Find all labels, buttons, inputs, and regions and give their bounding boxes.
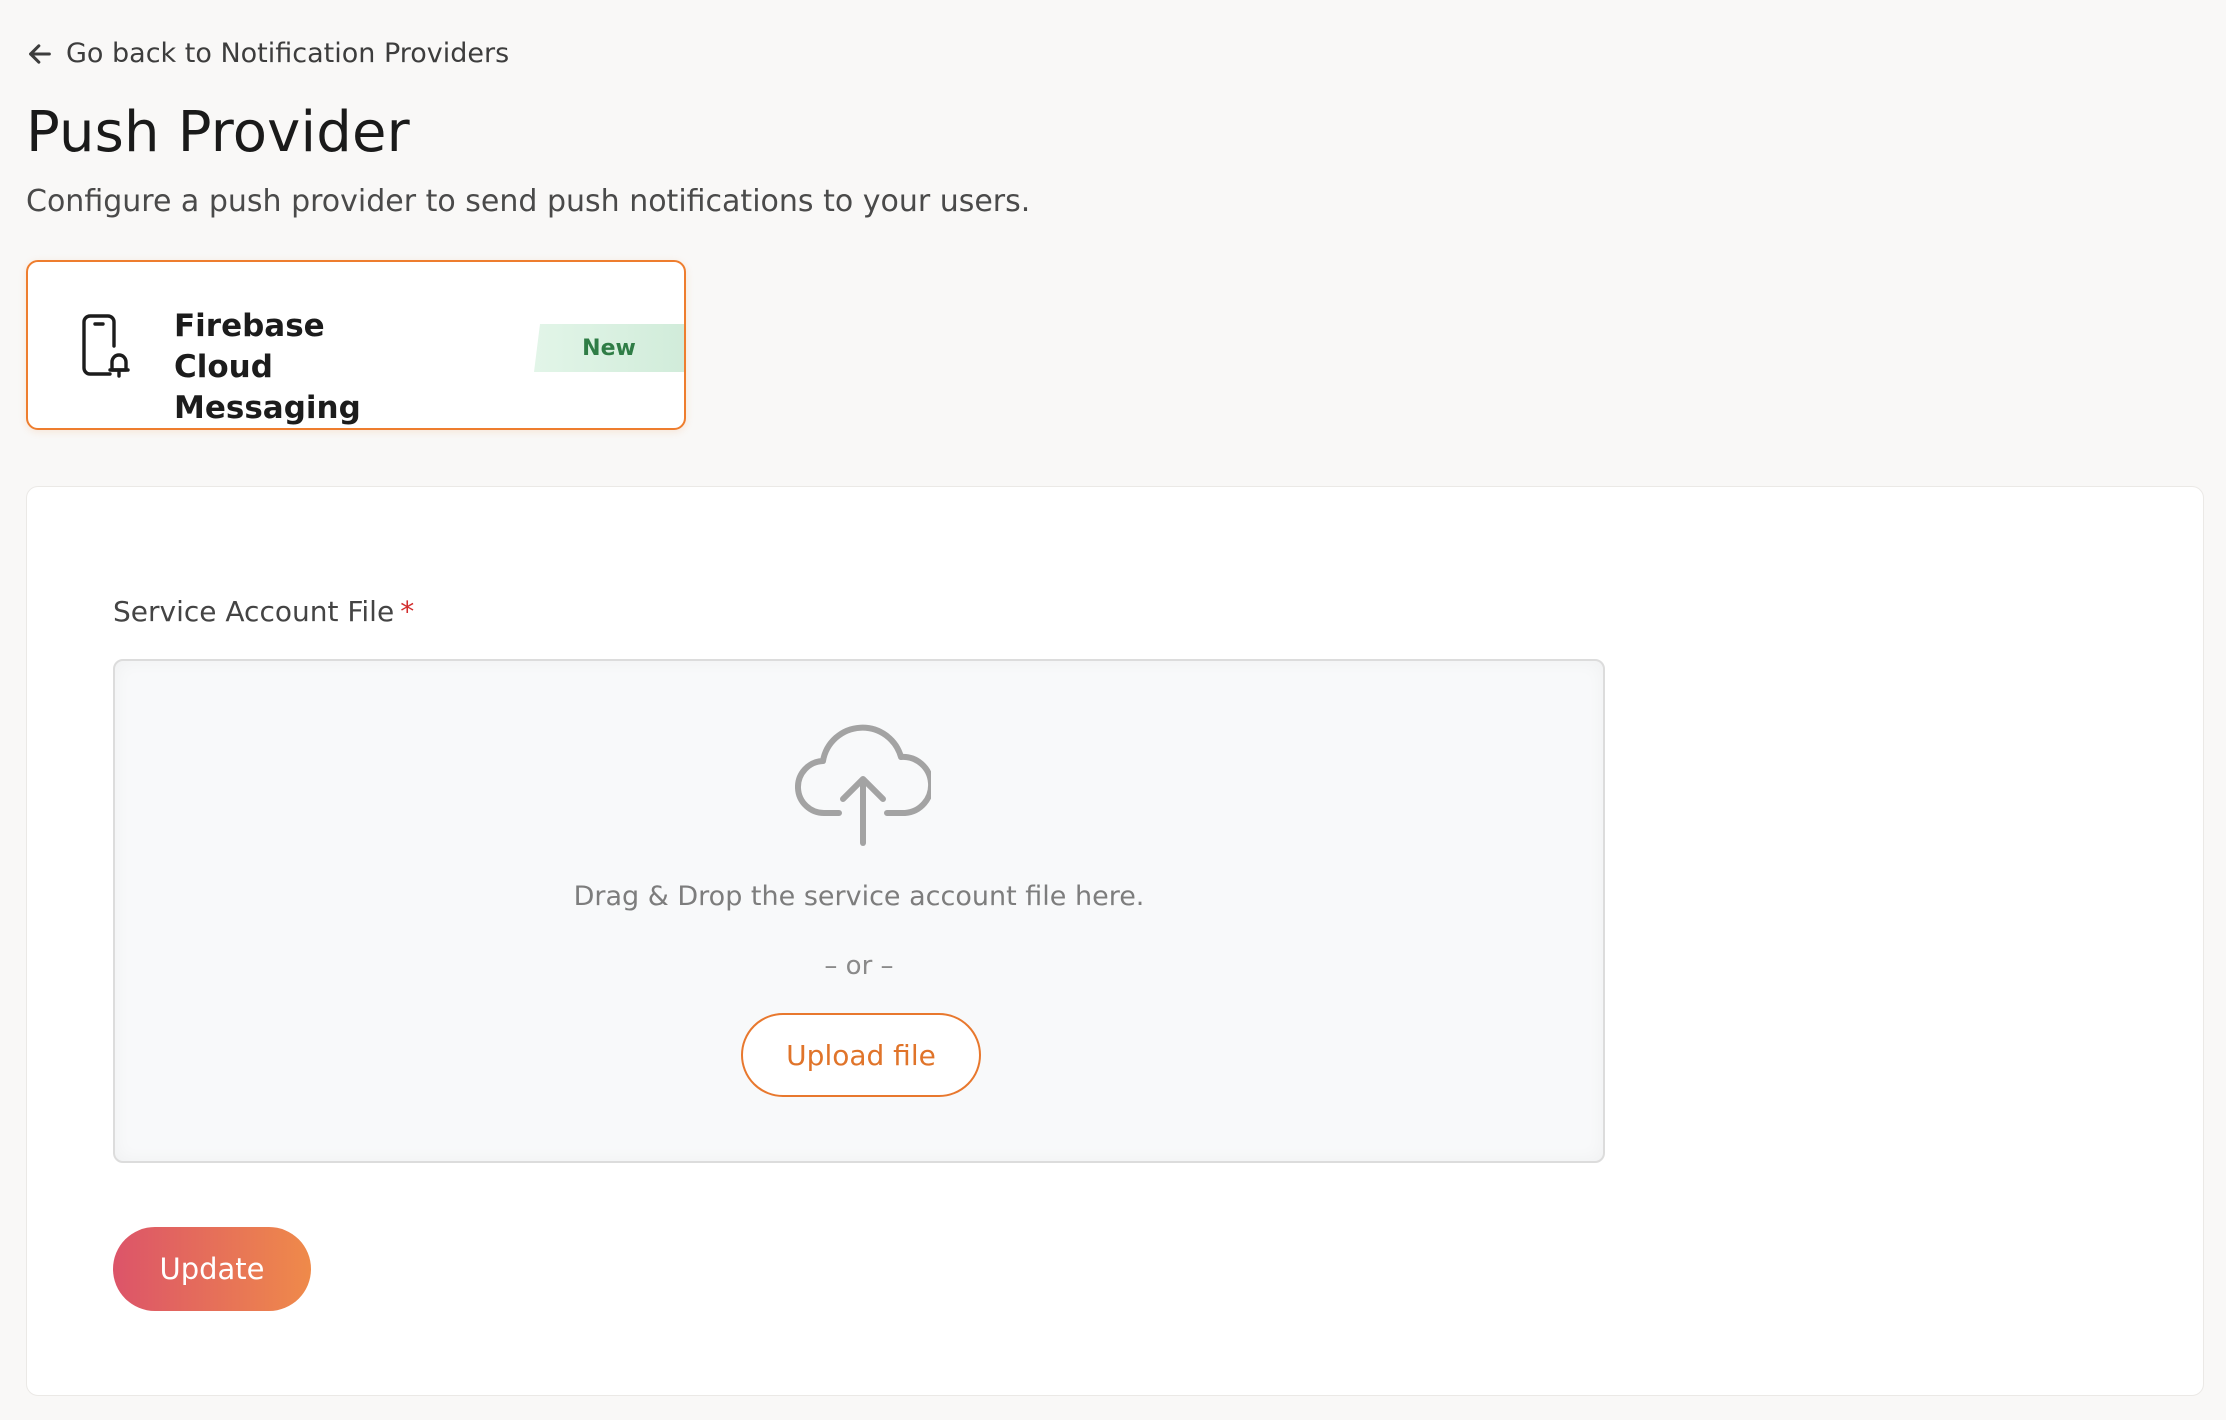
form-card: Service Account File * Drag & Drop the se… bbox=[26, 486, 2204, 1396]
service-account-file-label: Service Account File * bbox=[113, 595, 414, 628]
or-divider: – or – bbox=[824, 951, 894, 981]
page-subtitle: Configure a push provider to send push n… bbox=[26, 184, 1031, 219]
field-label-text: Service Account File bbox=[113, 595, 395, 628]
back-link[interactable]: Go back to Notification Providers bbox=[26, 38, 509, 69]
required-asterisk: * bbox=[400, 595, 415, 628]
new-badge: New bbox=[534, 324, 684, 372]
page: Go back to Notification Providers Push P… bbox=[0, 0, 2226, 1420]
back-link-label: Go back to Notification Providers bbox=[66, 38, 510, 69]
phone-bell-icon bbox=[82, 314, 130, 378]
page-title: Push Provider bbox=[26, 100, 410, 165]
provider-name: Firebase Cloud Messaging bbox=[174, 308, 361, 426]
provider-card-fcm[interactable]: Firebase Cloud Messaging New bbox=[26, 260, 686, 430]
cloud-upload-icon bbox=[795, 724, 931, 846]
update-button[interactable]: Update bbox=[113, 1227, 311, 1311]
dropzone-instruction: Drag & Drop the service account file her… bbox=[573, 881, 1145, 912]
upload-file-button[interactable]: Upload file bbox=[741, 1013, 981, 1097]
arrow-left-icon bbox=[29, 43, 51, 64]
file-dropzone[interactable]: Drag & Drop the service account file her… bbox=[113, 659, 1605, 1163]
